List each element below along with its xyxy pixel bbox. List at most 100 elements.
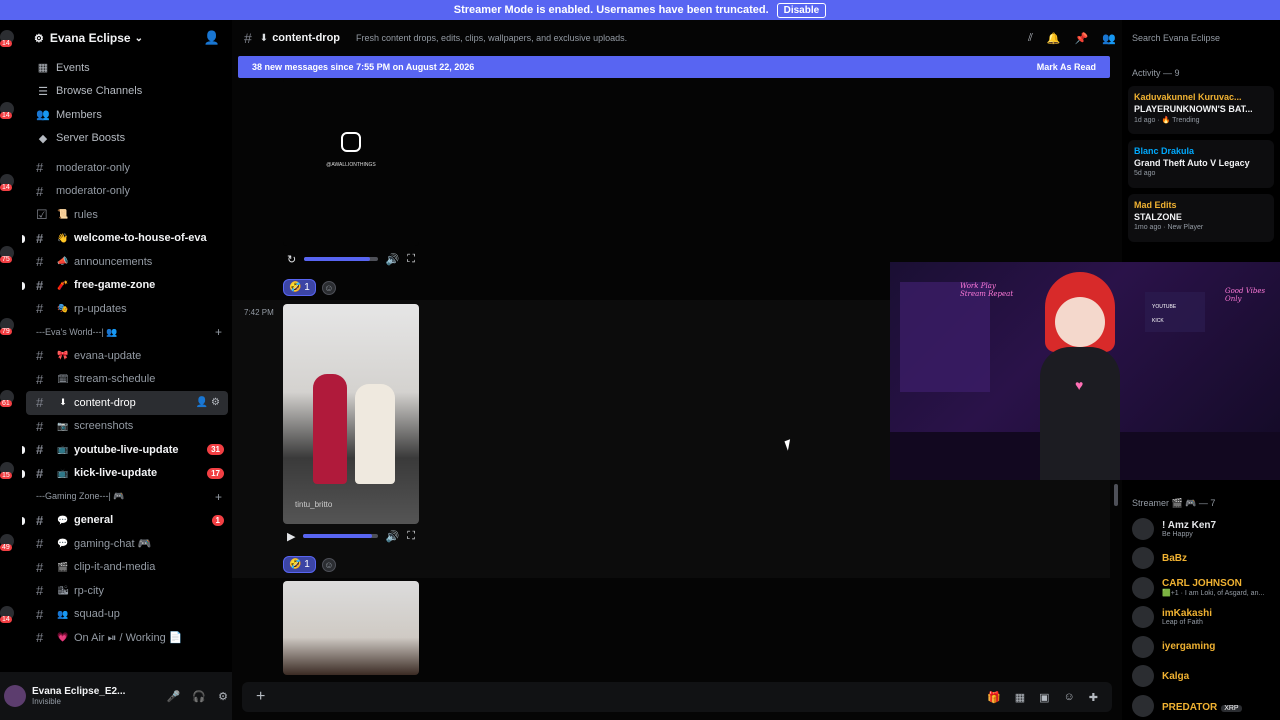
category-header[interactable]: ---Eva's World---| 👥 + xyxy=(22,321,232,345)
channel-label: general xyxy=(74,514,114,527)
channel-kick-live-update[interactable]: # 📺 kick-live-update 17 xyxy=(22,462,232,486)
channel-on-air-working[interactable]: # 💗 On Air ⏯ / Working 📄 xyxy=(22,626,232,650)
nav-item-events[interactable]: ▦ Events xyxy=(22,56,232,80)
nav-item-server-boosts[interactable]: ◆ Server Boosts xyxy=(22,127,232,151)
threads-icon[interactable]: ⫽ xyxy=(1028,32,1033,45)
gif-icon[interactable]: ▦ xyxy=(1015,691,1025,704)
progress-bar[interactable] xyxy=(304,257,378,261)
sticker-icon[interactable]: ▣ xyxy=(1039,691,1049,704)
reaction-button[interactable]: 🤣 1 xyxy=(283,556,316,573)
channel-rules[interactable]: ☑ 📜 rules xyxy=(22,203,232,227)
create-channel-icon[interactable]: + xyxy=(215,490,222,504)
message-timestamp: 7:42 PM xyxy=(244,308,274,317)
activity-meta: 1d ago · 🔥 Trending xyxy=(1134,117,1200,124)
hash-icon: # xyxy=(36,536,44,552)
apps-icon[interactable]: ✚ xyxy=(1089,691,1098,704)
search-input[interactable]: Search Evana Eclipse xyxy=(1122,20,1280,56)
create-channel-icon[interactable]: + xyxy=(215,325,222,339)
mark-as-read-button[interactable]: Mark As Read xyxy=(1037,62,1096,72)
invite-icon[interactable]: 👤 xyxy=(204,30,220,46)
channel-squad-up[interactable]: # 👥 squad-up xyxy=(22,603,232,627)
hash-icon: # xyxy=(36,301,44,317)
channel-welcome-to-house-of-eva[interactable]: # 👋 welcome-to-house-of-eva xyxy=(22,227,232,251)
member-item[interactable]: iyergaming xyxy=(1132,632,1280,661)
headphones-icon[interactable]: 🎧 xyxy=(192,690,206,703)
channel-rp-updates[interactable]: # 🎭 rp-updates xyxy=(22,297,232,321)
channel-emoji-icon: 📺 xyxy=(57,444,69,455)
nav-item-members[interactable]: 👥 Members xyxy=(22,103,232,127)
message-composer[interactable]: + 🎁 ▦ ▣ ☺ ✚ xyxy=(242,682,1112,712)
nav-item-browse-channels[interactable]: ☰ Browse Channels xyxy=(22,80,232,104)
add-attachment-icon[interactable]: + xyxy=(256,688,265,706)
fullscreen-icon[interactable]: ⛶ xyxy=(407,253,415,266)
channel-youtube-live-update[interactable]: # 📺 youtube-live-update 31 xyxy=(22,438,232,462)
member-name: ! Amz Ken7 xyxy=(1162,519,1217,531)
avatar xyxy=(1132,694,1154,717)
video-handle: @AWALLIONTHINGS xyxy=(326,162,376,168)
reaction-button[interactable]: 🤣 1 xyxy=(283,279,316,296)
channel-content-drop[interactable]: # ⬇ content-drop 👤 ⚙ xyxy=(26,391,228,415)
add-reaction-icon[interactable]: ☺ xyxy=(321,557,336,572)
play-icon[interactable]: ▶ xyxy=(287,530,295,543)
channel-topic[interactable]: Fresh content drops, edits, clips, wallp… xyxy=(356,33,627,43)
channel-label: evana-update xyxy=(74,349,142,362)
channel-rp-city[interactable]: # 🏙 rp-city xyxy=(22,579,232,603)
volume-icon[interactable]: 🔊 xyxy=(386,253,400,266)
member-item[interactable]: CARL JOHNSON 🟩+1 · I am Loki, of Asgard, … xyxy=(1132,573,1280,602)
channel-emoji-icon: ⬇ xyxy=(259,32,269,44)
channel-stream-schedule[interactable]: # 🗓 stream-schedule xyxy=(22,368,232,392)
member-item[interactable]: Kalga xyxy=(1132,662,1280,691)
member-name: CARL JOHNSON xyxy=(1162,578,1242,589)
channel-general[interactable]: # 💬 general 1 xyxy=(22,509,232,533)
channel-label: moderator-only xyxy=(56,161,130,174)
server-mention-badge: 14 xyxy=(0,40,12,47)
channel-free-game-zone[interactable]: # 🧨 free-game-zone xyxy=(22,274,232,298)
member-name: Kalga xyxy=(1162,670,1190,682)
category-header[interactable]: ---Gaming Zone---| 🎮 + xyxy=(22,485,232,509)
member-item[interactable]: ! Amz Ken7 Be Happy xyxy=(1132,514,1280,543)
add-reaction-icon[interactable]: ☺ xyxy=(321,280,336,295)
bell-icon[interactable]: 🔔 xyxy=(1047,32,1061,45)
channel-announcements[interactable]: # 📣 announcements xyxy=(22,250,232,274)
channel-settings-icon[interactable]: 👤 ⚙ xyxy=(196,397,220,408)
pin-icon[interactable]: 📌 xyxy=(1075,32,1089,45)
channel-clip-it-and-media[interactable]: # 🎬 clip-it-and-media xyxy=(22,556,232,580)
disable-streamer-mode-button[interactable]: Disable xyxy=(776,2,827,18)
video-attachment[interactable]: tintu_britto xyxy=(283,304,419,524)
member-name: iyergaming xyxy=(1162,641,1216,652)
volume-icon[interactable]: 🔊 xyxy=(386,530,400,543)
rules-icon: ☑ xyxy=(36,206,48,222)
video-attachment[interactable] xyxy=(283,581,419,675)
activity-card[interactable]: Kaduvakunnel Kuruvac... PLAYERUNKNOWN'S B… xyxy=(1128,86,1274,134)
member-item[interactable]: imKakashi Leap of Faith xyxy=(1132,603,1280,632)
member-item[interactable]: PREDATOR XRP xyxy=(1132,691,1280,720)
scrollbar[interactable] xyxy=(1114,484,1118,506)
video-attachment[interactable]: @AWALLIONTHINGS xyxy=(283,78,419,246)
avatar[interactable] xyxy=(4,685,26,707)
new-messages-bar[interactable]: 38 new messages since 7:55 PM on August … xyxy=(238,56,1110,78)
avatar xyxy=(1132,635,1154,658)
microphone-icon[interactable]: 🎤 xyxy=(167,690,181,703)
channel-label: rules xyxy=(74,208,98,221)
channel-moderator-only[interactable]: # moderator-only xyxy=(22,180,232,204)
channel-screenshots[interactable]: # 📷 screenshots xyxy=(22,415,232,439)
fullscreen-icon[interactable]: ⛶ xyxy=(407,530,415,543)
activity-card[interactable]: Mad Edits STALZONE 1mo ago · New Player xyxy=(1128,194,1274,242)
activity-card[interactable]: Blanc Drakula Grand Theft Auto V Legacy 5d… xyxy=(1128,140,1274,188)
channel-gaming-chat[interactable]: # 💬 gaming-chat 🎮 xyxy=(22,532,232,556)
gear-icon[interactable]: ⚙ xyxy=(218,690,228,703)
browse-channels-icon: ☰ xyxy=(38,85,48,98)
channel-emoji-icon: 💗 xyxy=(57,632,69,643)
server-header[interactable]: ⚙ Evana Eclipse ⌄ 👤 xyxy=(22,20,232,56)
channel-moderator-only[interactable]: # moderator-only xyxy=(22,156,232,180)
member-list-icon[interactable]: 👥 xyxy=(1102,32,1116,45)
emoji-icon[interactable]: ☺ xyxy=(1064,691,1075,704)
member-item[interactable]: BaBz xyxy=(1132,544,1280,573)
progress-bar[interactable] xyxy=(303,534,378,538)
channel-label: moderator-only xyxy=(56,185,130,198)
gift-icon[interactable]: 🎁 xyxy=(987,691,1001,704)
avatar xyxy=(1132,517,1154,540)
channel-evana-update[interactable]: # 🎀 evana-update xyxy=(22,344,232,368)
replay-icon[interactable]: ↻ xyxy=(287,253,296,266)
member-status: Be Happy xyxy=(1162,530,1193,538)
